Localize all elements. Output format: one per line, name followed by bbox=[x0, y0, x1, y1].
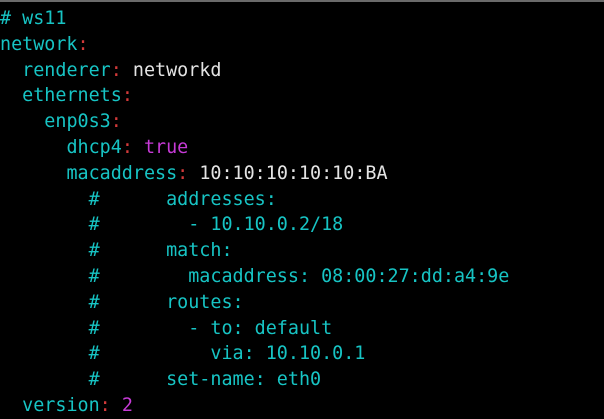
yaml-colon: : bbox=[110, 111, 122, 133]
yaml-value: 10:10:10:10:10:BA bbox=[188, 162, 388, 184]
yaml-colon: : bbox=[121, 136, 133, 158]
text-line: version: 2 bbox=[0, 393, 604, 419]
text-line: macaddress: 10:10:10:10:10:BA bbox=[0, 161, 604, 187]
yaml-colon: : bbox=[77, 33, 89, 55]
yaml-comment: # match: bbox=[88, 240, 233, 262]
text-line: # macaddress: 08:00:27:dd:a4:9e bbox=[0, 264, 604, 290]
yaml-key: ethernets bbox=[22, 85, 122, 107]
yaml-colon: : bbox=[110, 59, 122, 81]
yaml-comment: # - 10.10.0.2/18 bbox=[88, 214, 344, 236]
yaml-comment: # macaddress: 08:00:27:dd:a4:9e bbox=[88, 265, 510, 287]
text-line: ethernets: bbox=[0, 83, 604, 109]
yaml-value: networkd bbox=[121, 59, 222, 81]
yaml-key: network bbox=[0, 33, 78, 55]
yaml-colon: : bbox=[121, 85, 133, 107]
text-line: # addresses: bbox=[0, 187, 604, 213]
text-line: # via: 10.10.0.1 bbox=[0, 341, 604, 367]
yaml-key: renderer bbox=[22, 59, 111, 81]
yaml-value: true bbox=[132, 136, 189, 158]
text-line: # routes: bbox=[0, 290, 604, 316]
text-line: # - to: default bbox=[0, 316, 604, 342]
yaml-comment: # ws11 bbox=[0, 8, 67, 29]
yaml-colon: : bbox=[177, 162, 189, 184]
yaml-comment: # via: 10.10.0.1 bbox=[88, 343, 366, 365]
text-line: network: bbox=[0, 32, 604, 58]
text-line: # match: bbox=[0, 238, 604, 264]
text-line: # set-name: eth0 bbox=[0, 367, 604, 393]
text-line: # - 10.10.0.2/18 bbox=[0, 212, 604, 238]
yaml-key: version bbox=[22, 394, 100, 416]
yaml-colon: : bbox=[99, 394, 111, 416]
text-line: enp0s3: bbox=[0, 109, 604, 135]
terminal-editor-area[interactable]: # ws11 network: renderer: networkd ethern… bbox=[0, 6, 604, 419]
yaml-comment: # addresses: bbox=[88, 188, 277, 210]
text-line: dhcp4: true bbox=[0, 135, 604, 161]
text-line: # ws11 bbox=[0, 6, 604, 32]
yaml-value: 2 bbox=[110, 394, 133, 416]
yaml-comment: # set-name: eth0 bbox=[88, 369, 322, 391]
yaml-key: dhcp4 bbox=[66, 136, 122, 158]
yaml-key: enp0s3 bbox=[44, 111, 111, 133]
yaml-comment: # routes: bbox=[88, 291, 244, 313]
yaml-key: macaddress bbox=[66, 162, 178, 184]
yaml-comment: # - to: default bbox=[88, 317, 333, 339]
text-line: renderer: networkd bbox=[0, 58, 604, 84]
